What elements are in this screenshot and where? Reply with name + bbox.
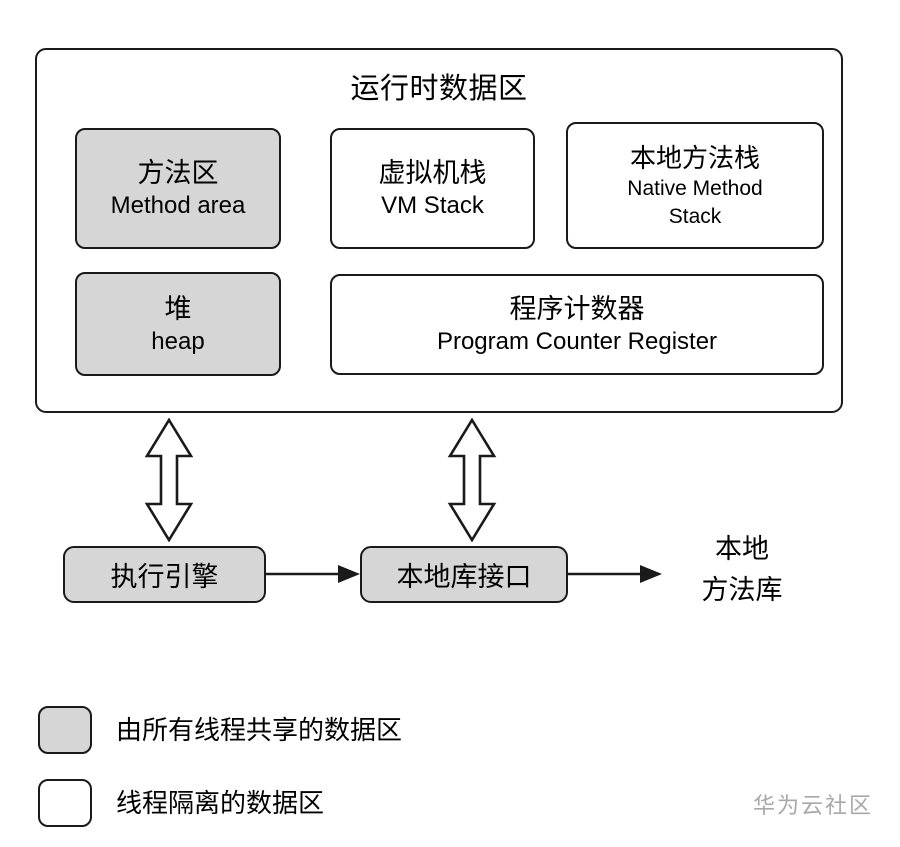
box-vm-stack: 虚拟机栈 VM Stack — [330, 128, 535, 249]
legend-swatch-isolated — [38, 779, 92, 827]
box-heap: 堆 heap — [75, 272, 281, 376]
box-native-method-stack-label-cn: 本地方法栈 — [629, 142, 760, 173]
label-native-method-library: 本地 方法库 — [672, 529, 812, 611]
arrow-right-icon-engine-to-interface — [266, 565, 360, 583]
box-heap-label-cn: 堆 — [164, 293, 192, 324]
box-native-library-interface-label: 本地库接口 — [396, 562, 532, 592]
box-program-counter-register-label-en: Program Counter Register — [436, 328, 718, 355]
box-heap-label-en: heap — [151, 327, 205, 355]
legend-label-isolated: 线程隔离的数据区 — [116, 788, 325, 818]
box-method-area-label-cn: 方法区 — [137, 158, 219, 188]
box-program-counter-register: 程序计数器 Program Counter Register — [330, 274, 824, 375]
box-program-counter-register-label-cn: 程序计数器 — [509, 294, 645, 324]
box-execution-engine-label: 执行引擎 — [110, 562, 219, 592]
box-method-area-label-en: Method area — [110, 192, 246, 219]
label-native-method-library-line2: 方法库 — [701, 575, 783, 605]
watermark: 华为云社区 — [753, 793, 874, 818]
runtime-data-area-title: 运行时数据区 — [350, 73, 528, 105]
box-native-method-stack-label-en: Native Method Stack — [627, 176, 763, 228]
legend-label-shared: 由所有线程共享的数据区 — [116, 715, 403, 745]
box-native-library-interface: 本地库接口 — [360, 546, 568, 603]
diagram-canvas: 运行时数据区 方法区 Method area 虚拟机栈 VM Stack 本地方… — [0, 0, 900, 847]
box-execution-engine: 执行引擎 — [63, 546, 266, 603]
label-native-method-library-line1: 本地 — [715, 534, 769, 564]
legend-swatch-shared — [38, 706, 92, 754]
box-native-method-stack: 本地方法栈 Native Method Stack — [566, 122, 824, 249]
double-headed-arrow-icon-middle — [447, 418, 497, 542]
double-headed-arrow-icon-left — [144, 418, 194, 542]
arrow-right-icon-interface-to-library — [568, 565, 662, 583]
box-vm-stack-label-en: VM Stack — [381, 192, 484, 219]
box-vm-stack-label-cn: 虚拟机栈 — [378, 158, 487, 188]
legend-item-isolated: 线程隔离的数据区 — [38, 779, 324, 827]
box-method-area: 方法区 Method area — [75, 128, 281, 249]
legend-item-shared: 由所有线程共享的数据区 — [38, 706, 402, 754]
